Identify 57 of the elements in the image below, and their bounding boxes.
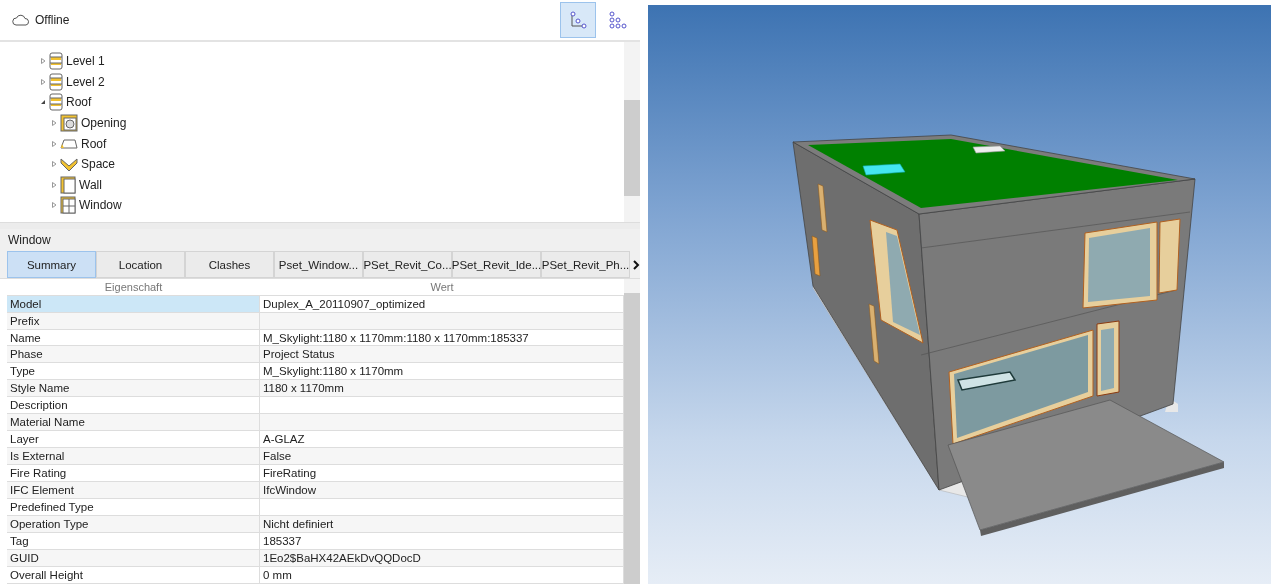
expanded-arrow-icon[interactable] [40,99,46,106]
view-toggle-button[interactable] [560,2,596,38]
tab[interactable]: PSet_Revit_Ph... [541,251,630,278]
property-name[interactable]: Tag [7,533,260,550]
collapsed-arrow-icon[interactable] [51,181,57,188]
panel-title: Window [8,233,51,247]
cloud-icon [12,14,30,26]
collapsed-arrow-icon[interactable] [51,120,57,127]
property-name[interactable]: Type [7,363,260,380]
opening-icon [60,114,78,133]
property-name[interactable]: Overall Height [7,567,260,584]
property-name[interactable]: Layer [7,431,260,448]
storey-icon [49,93,63,112]
chevron-right-icon[interactable] [632,259,640,270]
3d-viewport[interactable] [648,5,1271,584]
tree-item[interactable]: Level 1 [0,51,624,72]
tab[interactable]: Clashes [185,251,274,278]
window-icon [60,196,76,215]
collapsed-arrow-icon[interactable] [40,58,46,65]
tree-item[interactable]: Roof [0,92,624,113]
property-name[interactable]: Style Name [7,380,260,397]
connection-status: Offline [35,13,70,27]
wall-icon [60,175,76,194]
storey-icon [49,52,63,71]
tree-item[interactable]: Window [0,195,624,216]
tree-item[interactable]: Opening [0,112,624,134]
property-name[interactable]: Predefined Type [7,499,260,516]
property-name[interactable]: Phase [7,346,260,363]
property-name[interactable]: Operation Type [7,516,260,533]
scrollbar[interactable] [624,279,640,584]
hierarchy-icon [569,11,587,29]
tab[interactable]: Pset_Window... [274,251,363,278]
node-grid-icon [609,11,627,29]
column-header[interactable]: Eigenschaft [7,279,260,295]
tree-item[interactable]: Wall [0,174,624,196]
collapsed-arrow-icon[interactable] [51,140,57,147]
property-name[interactable]: Fire Rating [7,465,260,482]
collapsed-arrow-icon[interactable] [51,202,57,209]
roof-slab-icon [60,137,78,150]
collapsed-arrow-icon[interactable] [40,78,46,85]
tab[interactable]: Summary [7,251,96,278]
tab[interactable]: PSet_Revit_Ide... [452,251,541,278]
property-name[interactable]: GUID [7,550,260,567]
space-icon [60,156,78,173]
tree-item[interactable]: Space [0,153,624,175]
property-name[interactable]: Is External [7,448,260,465]
property-name[interactable]: Name [7,329,260,346]
tree-item[interactable]: Roof [0,133,624,154]
storey-icon [49,72,63,91]
tab[interactable]: Location [96,251,185,278]
property-name[interactable]: Description [7,397,260,414]
collapsed-arrow-icon[interactable] [51,161,57,168]
scrollbar[interactable] [624,42,640,222]
tree-item[interactable]: Level 2 [0,71,624,93]
property-name[interactable]: IFC Element [7,482,260,499]
column-header[interactable]: Wert [260,279,624,295]
tab[interactable]: PSet_Revit_Co... [363,251,452,278]
